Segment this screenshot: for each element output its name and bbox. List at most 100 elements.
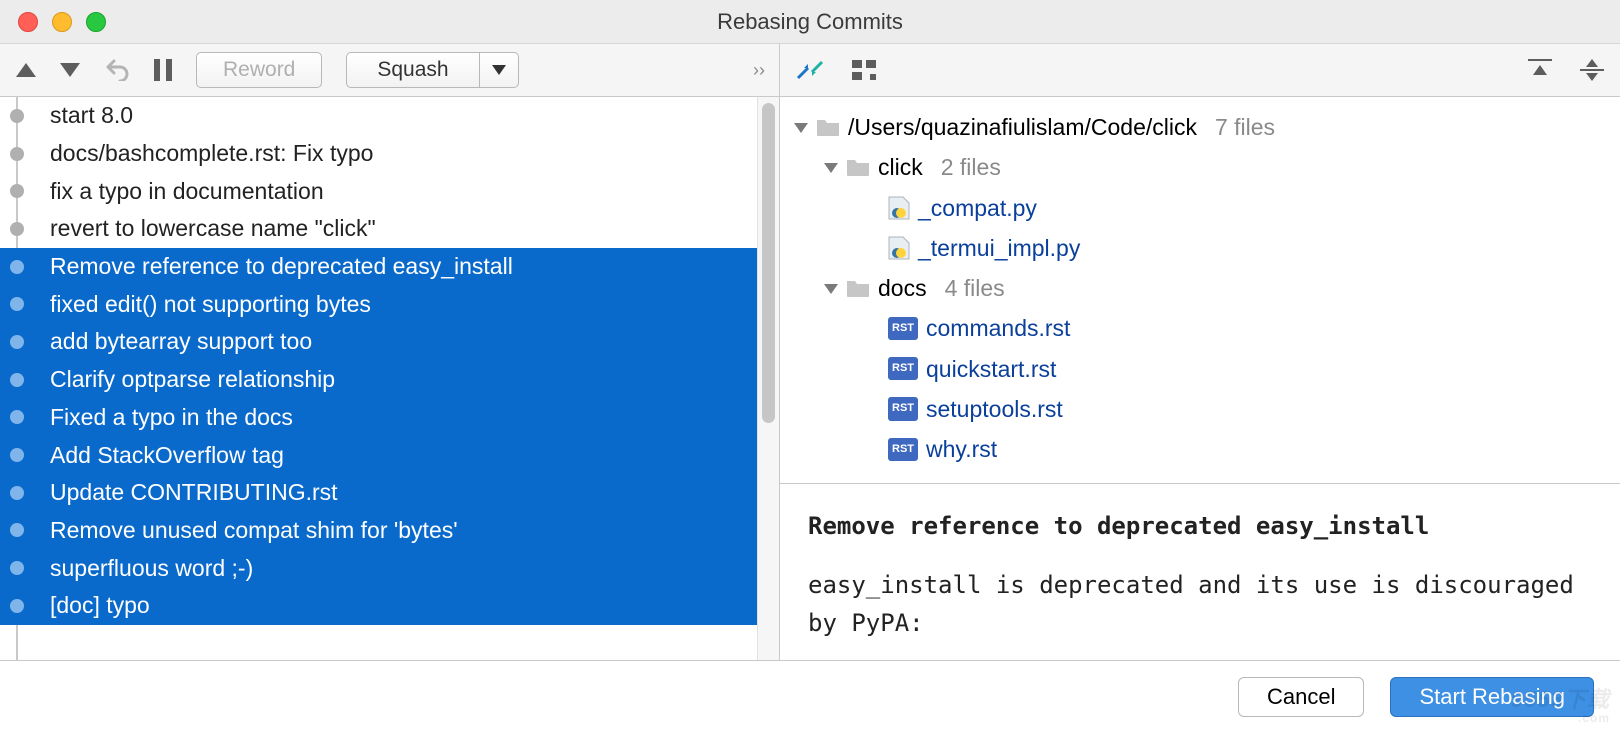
commit-message: superfluous word ;-)	[50, 555, 253, 582]
commit-message: [doc] typo	[50, 592, 150, 619]
commit-row[interactable]: Remove reference to deprecated easy_inst…	[0, 248, 757, 286]
commit-node-icon	[10, 561, 24, 575]
tree-folder-row[interactable]: click 2 files	[794, 147, 1606, 187]
tree-file-name: quickstart.rst	[926, 349, 1056, 389]
commit-message: fix a typo in documentation	[50, 178, 324, 205]
tree-folder-row[interactable]: docs 4 files	[794, 268, 1606, 308]
commit-row[interactable]: superfluous word ;-)	[0, 549, 757, 587]
tree-file-row[interactable]: RST why.rst	[794, 429, 1606, 469]
tree-root-meta: 7 files	[1215, 107, 1275, 147]
commit-message: add bytearray support too	[50, 328, 312, 355]
commit-message-body: easy_install is deprecated and its use i…	[808, 567, 1592, 641]
commit-row[interactable]: Clarify optparse relationship	[0, 361, 757, 399]
commit-row[interactable]: revert to lowercase name "click"	[0, 210, 757, 248]
commit-message: docs/bashcomplete.rst: Fix typo	[50, 140, 373, 167]
commit-node-icon	[10, 486, 24, 500]
commit-node-icon	[10, 222, 24, 236]
cancel-button[interactable]: Cancel	[1238, 677, 1364, 717]
tree-file-row[interactable]: RST commands.rst	[794, 308, 1606, 348]
rst-file-icon: RST	[888, 317, 918, 340]
undo-icon[interactable]	[104, 59, 130, 81]
tree-file-row[interactable]: RST setuptools.rst	[794, 389, 1606, 429]
scrollbar-thumb[interactable]	[762, 103, 775, 423]
commit-row[interactable]: Add StackOverflow tag	[0, 436, 757, 474]
titlebar: Rebasing Commits	[0, 0, 1620, 44]
commit-row[interactable]: add bytearray support too	[0, 323, 757, 361]
commit-row[interactable]: [doc] typo	[0, 587, 757, 625]
commit-node-icon	[10, 410, 24, 424]
tree-file-row[interactable]: _termui_impl.py	[794, 228, 1606, 268]
commit-row[interactable]: Remove unused compat shim for 'bytes'	[0, 512, 757, 550]
commit-node-icon	[10, 109, 24, 123]
commit-list-scrollbar[interactable]	[757, 97, 779, 660]
start-rebasing-button[interactable]: Start Rebasing	[1390, 677, 1594, 717]
squash-split-button[interactable]: Squash	[346, 52, 518, 88]
squash-button-label[interactable]: Squash	[346, 52, 478, 88]
folder-icon	[846, 157, 870, 177]
commit-message: Clarify optparse relationship	[50, 366, 335, 393]
tree-folder-meta: 4 files	[945, 268, 1005, 308]
commit-list[interactable]: start 8.0 docs/bashcomplete.rst: Fix typo…	[0, 97, 757, 660]
commit-node-icon	[10, 448, 24, 462]
commit-message-panel: Remove reference to deprecated easy_inst…	[780, 484, 1620, 660]
tree-file-name: setuptools.rst	[926, 389, 1063, 429]
commit-message: revert to lowercase name "click"	[50, 215, 376, 242]
folder-icon	[846, 278, 870, 298]
disclosure-triangle-icon[interactable]	[824, 160, 838, 174]
layout-toggle-icon[interactable]	[852, 60, 876, 80]
changed-files-tree[interactable]: /Users/quazinafiulislam/Code/click 7 file…	[780, 97, 1620, 484]
commit-list-pane: start 8.0 docs/bashcomplete.rst: Fix typo…	[0, 97, 780, 660]
tree-file-name: commands.rst	[926, 308, 1070, 348]
tree-root-path: /Users/quazinafiulislam/Code/click	[848, 107, 1197, 147]
dialog-footer: Cancel Start Rebasing 9553下载 .com	[0, 660, 1620, 732]
more-actions-icon[interactable]: ››	[753, 60, 765, 81]
commit-message: Update CONTRIBUTING.rst	[50, 479, 338, 506]
python-file-icon	[888, 196, 910, 220]
tree-folder-name: docs	[878, 268, 927, 308]
collapse-all-icon[interactable]	[1528, 59, 1552, 81]
commit-node-icon	[10, 260, 24, 274]
reword-button[interactable]: Reword	[196, 52, 322, 88]
tree-file-row[interactable]: _compat.py	[794, 188, 1606, 228]
commit-node-icon	[10, 523, 24, 537]
commit-node-icon	[10, 297, 24, 311]
commit-row[interactable]: fixed edit() not supporting bytes	[0, 285, 757, 323]
commit-row[interactable]: start 8.0	[0, 97, 757, 135]
commit-node-icon	[10, 599, 24, 613]
rst-file-icon: RST	[888, 438, 918, 461]
commit-row[interactable]: Update CONTRIBUTING.rst	[0, 474, 757, 512]
move-down-icon[interactable]	[60, 63, 80, 77]
jump-to-source-icon[interactable]	[796, 58, 824, 82]
expand-all-icon[interactable]	[1580, 59, 1604, 81]
commit-message: Remove reference to deprecated easy_inst…	[50, 253, 513, 280]
folder-icon	[816, 117, 840, 137]
commit-message: fixed edit() not supporting bytes	[50, 291, 371, 318]
tree-root-row[interactable]: /Users/quazinafiulislam/Code/click 7 file…	[794, 107, 1606, 147]
python-file-icon	[888, 236, 910, 260]
commit-node-icon	[10, 335, 24, 349]
commit-message: Remove unused compat shim for 'bytes'	[50, 517, 458, 544]
tree-file-name: _termui_impl.py	[918, 228, 1080, 268]
window-title: Rebasing Commits	[0, 9, 1620, 35]
tree-folder-meta: 2 files	[941, 147, 1001, 187]
commit-message: start 8.0	[50, 102, 133, 129]
disclosure-triangle-icon[interactable]	[794, 120, 808, 134]
pause-icon[interactable]	[154, 59, 172, 81]
commit-node-icon	[10, 147, 24, 161]
squash-dropdown-icon[interactable]	[479, 52, 519, 88]
commit-row[interactable]: docs/bashcomplete.rst: Fix typo	[0, 135, 757, 173]
disclosure-triangle-icon[interactable]	[824, 281, 838, 295]
tree-file-name: why.rst	[926, 429, 997, 469]
toolbar: Reword Squash ››	[0, 44, 1620, 97]
tree-folder-name: click	[878, 147, 923, 187]
commit-message: Fixed a typo in the docs	[50, 404, 293, 431]
tree-file-name: _compat.py	[918, 188, 1037, 228]
commit-message-subject: Remove reference to deprecated easy_inst…	[808, 508, 1592, 545]
rst-file-icon: RST	[888, 357, 918, 380]
commit-row[interactable]: Fixed a typo in the docs	[0, 399, 757, 437]
rst-file-icon: RST	[888, 397, 918, 420]
tree-file-row[interactable]: RST quickstart.rst	[794, 349, 1606, 389]
move-up-icon[interactable]	[16, 63, 36, 77]
commit-row[interactable]: fix a typo in documentation	[0, 172, 757, 210]
commit-node-icon	[10, 184, 24, 198]
